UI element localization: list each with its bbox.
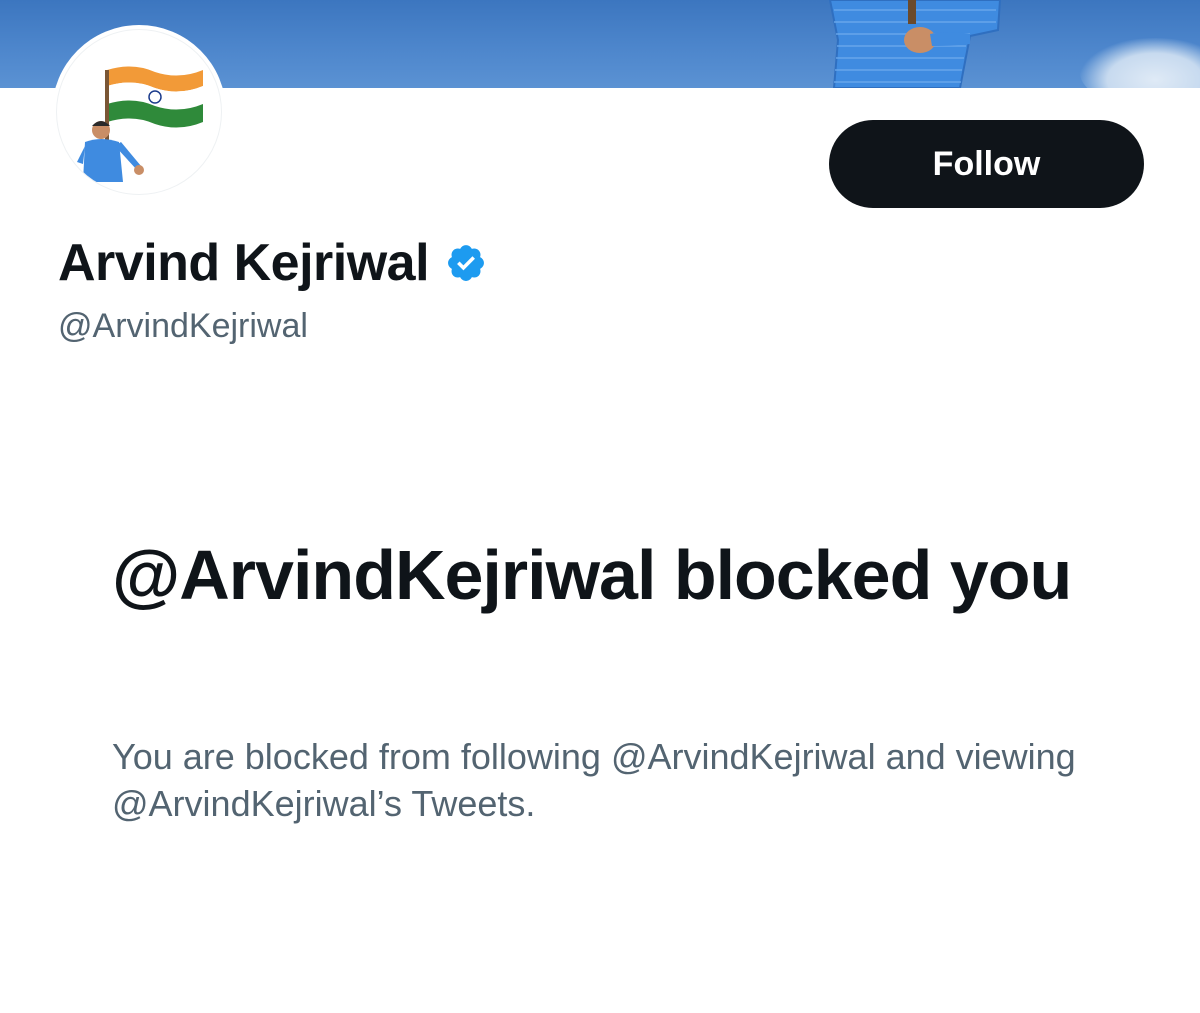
display-name: Arvind Kejriwal [58,234,430,292]
follow-button[interactable]: Follow [829,120,1144,208]
banner-person-figure [828,0,1002,88]
profile-handle: @ArvindKejriwal [58,307,308,345]
banner-cloud [1080,38,1200,88]
avatar[interactable] [56,29,222,195]
profile-name-row: Arvind Kejriwal [58,230,487,296]
blocked-title: @ArvindKejriwal blocked you [112,536,1072,614]
blocked-description: You are blocked from following @ArvindKe… [112,736,1076,824]
verified-badge-icon[interactable] [445,242,487,284]
avatar-flag-person-image [77,66,203,182]
